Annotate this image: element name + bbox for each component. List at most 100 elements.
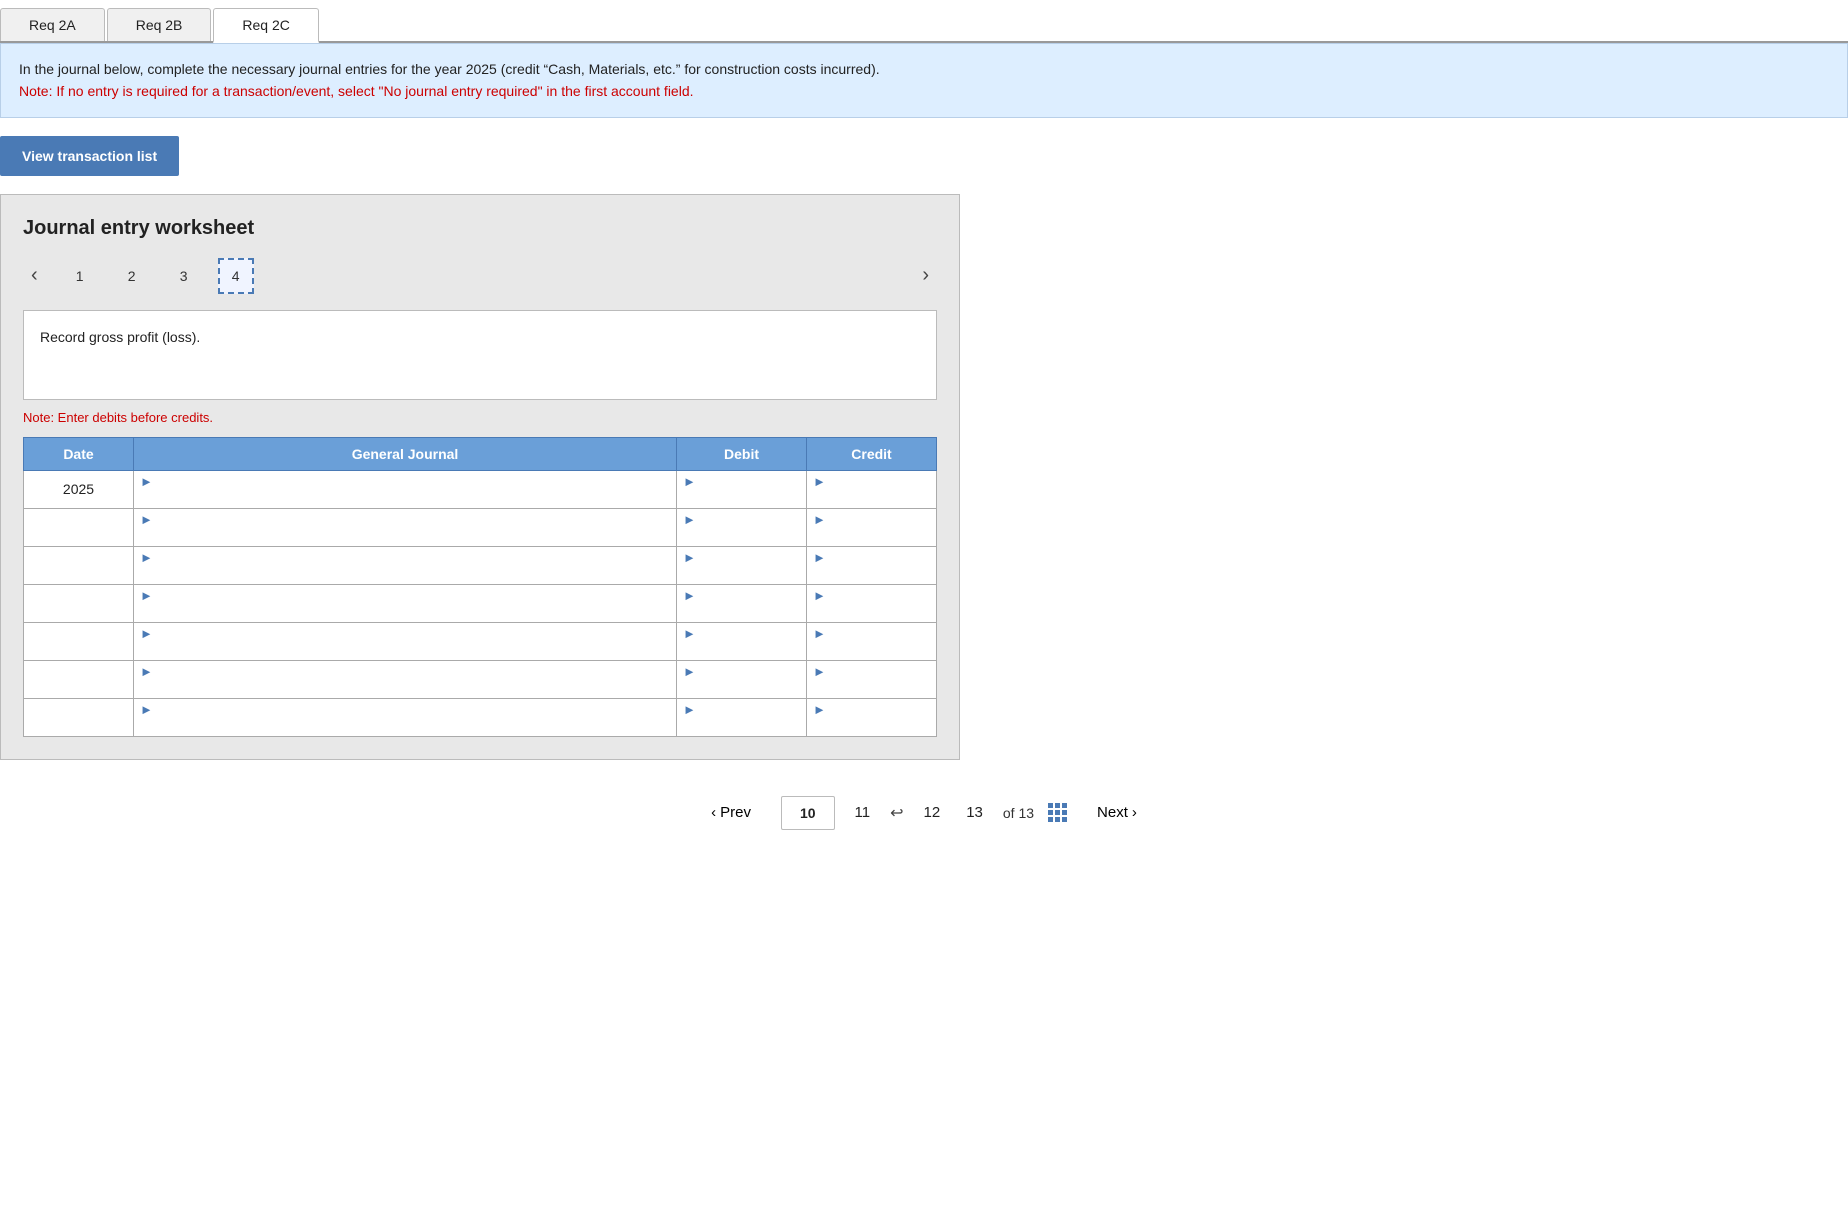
view-transactions-button[interactable]: View transaction list: [0, 136, 179, 176]
journal-cell-3[interactable]: ►: [134, 584, 677, 622]
cell-arrow-icon: ►: [683, 474, 696, 489]
credit-cell-1[interactable]: ►: [807, 508, 937, 546]
journal-input-2[interactable]: [140, 565, 670, 581]
step-btn-3[interactable]: 3: [166, 258, 202, 294]
cell-arrow-icon: ►: [813, 702, 826, 717]
date-cell-2: [24, 546, 134, 584]
journal-cell-2[interactable]: ►: [134, 546, 677, 584]
cell-arrow-icon: ►: [140, 550, 153, 565]
worksheet-title: Journal entry worksheet: [23, 217, 937, 240]
credit-input-5[interactable]: [813, 679, 930, 695]
credit-input-1[interactable]: [813, 527, 930, 543]
step-next-arrow[interactable]: ›: [914, 262, 937, 289]
tab-req2c[interactable]: Req 2C: [213, 8, 318, 43]
col-header-debit: Debit: [677, 437, 807, 470]
credit-cell-5[interactable]: ►: [807, 660, 937, 698]
cell-arrow-icon: ►: [813, 474, 826, 489]
prev-label: Prev: [720, 804, 751, 821]
date-cell-3: [24, 584, 134, 622]
credit-cell-0[interactable]: ►: [807, 470, 937, 508]
cell-arrow-icon: ►: [683, 664, 696, 679]
journal-input-4[interactable]: [140, 641, 670, 657]
page-11-link[interactable]: 11: [849, 800, 877, 825]
next-label: Next: [1097, 804, 1128, 821]
step-navigation: ‹ 1 2 3 4 ›: [23, 258, 937, 294]
table-row: ► ► ►: [24, 508, 937, 546]
date-cell-6: [24, 698, 134, 736]
instruction-box: In the journal below, complete the neces…: [0, 43, 1848, 118]
debit-cell-6[interactable]: ►: [677, 698, 807, 736]
debit-input-6[interactable]: [683, 717, 800, 733]
tab-req2a[interactable]: Req 2A: [0, 8, 105, 41]
credit-cell-3[interactable]: ►: [807, 584, 937, 622]
cell-arrow-icon: ►: [813, 626, 826, 641]
credit-input-6[interactable]: [813, 717, 930, 733]
journal-cell-1[interactable]: ►: [134, 508, 677, 546]
journal-cell-6[interactable]: ►: [134, 698, 677, 736]
cell-arrow-icon: ►: [683, 702, 696, 717]
cell-arrow-icon: ►: [813, 550, 826, 565]
prev-button[interactable]: ‹ Prev: [695, 796, 767, 829]
journal-cell-0[interactable]: ►: [134, 470, 677, 508]
cell-arrow-icon: ►: [140, 702, 153, 717]
col-header-general-journal: General Journal: [134, 437, 677, 470]
debit-input-4[interactable]: [683, 641, 800, 657]
credit-input-3[interactable]: [813, 603, 930, 619]
date-cell-4: [24, 622, 134, 660]
journal-cell-4[interactable]: ►: [134, 622, 677, 660]
credit-cell-4[interactable]: ►: [807, 622, 937, 660]
debit-input-1[interactable]: [683, 527, 800, 543]
tab-req2b[interactable]: Req 2B: [107, 8, 212, 41]
debit-input-2[interactable]: [683, 565, 800, 581]
journal-input-3[interactable]: [140, 603, 670, 619]
loop-icon: ↩: [890, 803, 903, 823]
current-page-btn[interactable]: 10: [781, 796, 835, 830]
instruction-main-text: In the journal below, complete the neces…: [19, 61, 880, 77]
journal-input-0[interactable]: [140, 489, 670, 505]
debit-input-0[interactable]: [683, 489, 800, 505]
date-cell-0: 2025: [24, 470, 134, 508]
pagination-bar: ‹ Prev 10 11 ↩ 12 13 of 13 Next ›: [0, 778, 1848, 840]
journal-input-1[interactable]: [140, 527, 670, 543]
step-btn-4[interactable]: 4: [218, 258, 254, 294]
current-page-number: 10: [800, 805, 816, 821]
date-cell-1: [24, 508, 134, 546]
credit-cell-6[interactable]: ►: [807, 698, 937, 736]
debit-input-3[interactable]: [683, 603, 800, 619]
next-button[interactable]: Next ›: [1081, 796, 1153, 829]
debit-cell-0[interactable]: ►: [677, 470, 807, 508]
credit-input-4[interactable]: [813, 641, 930, 657]
credit-cell-2[interactable]: ►: [807, 546, 937, 584]
page-13-link[interactable]: 13: [960, 800, 989, 825]
cell-arrow-icon: ►: [683, 550, 696, 565]
note-debits: Note: Enter debits before credits.: [23, 410, 937, 425]
journal-input-6[interactable]: [140, 717, 670, 733]
step-prev-arrow[interactable]: ‹: [23, 262, 46, 289]
debit-cell-1[interactable]: ►: [677, 508, 807, 546]
grid-view-icon[interactable]: [1048, 803, 1067, 822]
description-box: Record gross profit (loss).: [23, 310, 937, 400]
debit-cell-3[interactable]: ►: [677, 584, 807, 622]
cell-arrow-icon: ►: [813, 512, 826, 527]
cell-arrow-icon: ►: [813, 664, 826, 679]
step-btn-2[interactable]: 2: [114, 258, 150, 294]
page-12-link[interactable]: 12: [918, 800, 947, 825]
cell-arrow-icon: ►: [813, 588, 826, 603]
debit-cell-5[interactable]: ►: [677, 660, 807, 698]
table-row: 2025 ► ► ►: [24, 470, 937, 508]
journal-cell-5[interactable]: ►: [134, 660, 677, 698]
col-header-date: Date: [24, 437, 134, 470]
instruction-note-text: Note: If no entry is required for a tran…: [19, 83, 694, 99]
table-row: ► ► ►: [24, 622, 937, 660]
table-row: ► ► ►: [24, 698, 937, 736]
date-cell-5: [24, 660, 134, 698]
credit-input-2[interactable]: [813, 565, 930, 581]
next-arrow-icon: ›: [1132, 804, 1137, 821]
debit-input-5[interactable]: [683, 679, 800, 695]
cell-arrow-icon: ►: [140, 512, 153, 527]
journal-input-5[interactable]: [140, 679, 670, 695]
debit-cell-4[interactable]: ►: [677, 622, 807, 660]
step-btn-1[interactable]: 1: [62, 258, 98, 294]
credit-input-0[interactable]: [813, 489, 930, 505]
debit-cell-2[interactable]: ►: [677, 546, 807, 584]
